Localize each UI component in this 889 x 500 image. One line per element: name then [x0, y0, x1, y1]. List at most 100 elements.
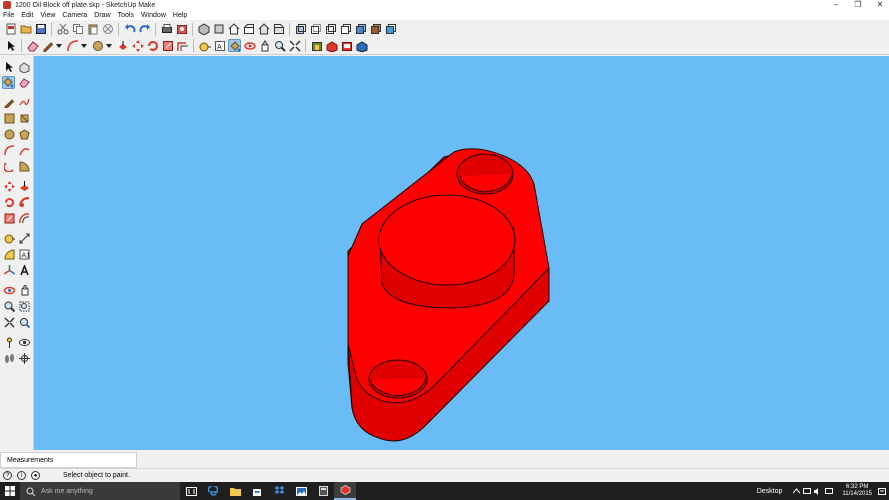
- sign-in-icon[interactable]: ●: [31, 471, 40, 480]
- rotate-icon[interactable]: [146, 39, 159, 52]
- orbit-icon[interactable]: [243, 39, 256, 52]
- zoom-extents-icon[interactable]: [3, 316, 16, 329]
- sketchup-taskbar-icon[interactable]: [334, 482, 356, 500]
- start-button[interactable]: [0, 482, 20, 500]
- arc-icon[interactable]: [3, 144, 16, 157]
- keyboard-icon[interactable]: [825, 487, 834, 495]
- layout-icon[interactable]: [340, 39, 353, 52]
- menu-edit[interactable]: Edit: [21, 12, 33, 19]
- share-component-icon[interactable]: [355, 39, 368, 52]
- pencil-line-icon[interactable]: [3, 96, 16, 109]
- save-icon[interactable]: [34, 23, 47, 36]
- push-pull-icon[interactable]: [116, 39, 129, 52]
- arc-dropdown-chevron-icon[interactable]: [81, 43, 87, 48]
- photos-app-icon[interactable]: [290, 482, 312, 500]
- edge-browser-icon[interactable]: [202, 482, 224, 500]
- xray-icon[interactable]: [294, 23, 307, 36]
- front-view-icon[interactable]: [227, 23, 240, 36]
- offset-icon[interactable]: [176, 39, 189, 52]
- line-dropdown-chevron-icon[interactable]: [56, 43, 62, 48]
- shape-dropdown-chevron-icon[interactable]: [106, 43, 112, 48]
- back-view-icon[interactable]: [257, 23, 270, 36]
- volume-icon[interactable]: [814, 487, 822, 495]
- dimension-icon[interactable]: [18, 232, 31, 245]
- undo-icon[interactable]: [123, 23, 136, 36]
- back-edges-icon[interactable]: [309, 23, 322, 36]
- text-tool-icon[interactable]: A1: [18, 248, 31, 261]
- close-button[interactable]: ✕: [869, 0, 889, 10]
- arc-icon[interactable]: [66, 39, 79, 52]
- tape-measure-icon[interactable]: [3, 232, 16, 245]
- tape-measure-icon[interactable]: [198, 39, 211, 52]
- extension-warehouse-icon[interactable]: [325, 39, 338, 52]
- right-view-icon[interactable]: [242, 23, 255, 36]
- position-camera-icon[interactable]: [3, 336, 16, 349]
- erase-icon[interactable]: [101, 23, 114, 36]
- eraser-icon[interactable]: [18, 76, 31, 89]
- three-point-arc-icon[interactable]: [3, 160, 16, 173]
- hidden-line-icon[interactable]: [339, 23, 352, 36]
- paste-icon[interactable]: [86, 23, 99, 36]
- desktop-toolbar-label[interactable]: Desktop: [757, 488, 783, 495]
- previous-view-icon[interactable]: [18, 316, 31, 329]
- offset-icon[interactable]: [18, 212, 31, 225]
- menu-view[interactable]: View: [40, 12, 55, 19]
- wireframe-icon[interactable]: [324, 23, 337, 36]
- textured-icon[interactable]: [369, 23, 382, 36]
- circle-shape-icon[interactable]: [91, 39, 104, 52]
- protractor-icon[interactable]: [3, 248, 16, 261]
- cut-icon[interactable]: [56, 23, 69, 36]
- measurements-box[interactable]: Measurements: [0, 452, 137, 468]
- calculator-app-icon[interactable]: [312, 482, 334, 500]
- zoom-extents-icon[interactable]: [288, 39, 301, 52]
- menu-help[interactable]: Help: [173, 12, 187, 19]
- make-component-icon[interactable]: [18, 61, 31, 74]
- follow-me-icon[interactable]: [18, 196, 31, 209]
- polygon-icon[interactable]: [18, 128, 31, 141]
- menu-camera[interactable]: Camera: [62, 12, 87, 19]
- print-icon[interactable]: [160, 23, 173, 36]
- zoom-window-icon[interactable]: [18, 300, 31, 313]
- store-icon[interactable]: [246, 482, 268, 500]
- move-icon[interactable]: [131, 39, 144, 52]
- orbit-icon[interactable]: [3, 284, 16, 297]
- menu-window[interactable]: Window: [141, 12, 166, 19]
- top-view-icon[interactable]: [212, 23, 225, 36]
- shaded-icon[interactable]: [354, 23, 367, 36]
- paint-bucket-icon[interactable]: [228, 39, 241, 52]
- tray-overflow-chevron-icon[interactable]: [792, 487, 800, 495]
- select-arrow-icon[interactable]: [4, 39, 17, 52]
- action-center-icon[interactable]: [878, 487, 886, 495]
- 3d-text-icon[interactable]: [18, 264, 31, 277]
- rotate-icon[interactable]: [3, 196, 16, 209]
- axes-icon[interactable]: [3, 264, 16, 277]
- rotated-rectangle-icon[interactable]: [18, 112, 31, 125]
- paint-bucket-icon[interactable]: [2, 76, 15, 89]
- monochrome-icon[interactable]: [384, 23, 397, 36]
- zoom-icon[interactable]: [3, 300, 16, 313]
- menu-tools[interactable]: Tools: [118, 12, 134, 19]
- move-icon[interactable]: [3, 180, 16, 193]
- walk-icon[interactable]: [3, 352, 16, 365]
- left-view-icon[interactable]: [272, 23, 285, 36]
- text-tool-icon[interactable]: A: [213, 39, 226, 52]
- credits-icon[interactable]: i: [17, 471, 26, 480]
- select-arrow-icon[interactable]: [3, 61, 16, 74]
- dropbox-icon[interactable]: [268, 482, 290, 500]
- model-info-icon[interactable]: [175, 23, 188, 36]
- push-pull-icon[interactable]: [18, 180, 31, 193]
- file-explorer-icon[interactable]: [224, 482, 246, 500]
- copy-icon[interactable]: [71, 23, 84, 36]
- geo-location-icon[interactable]: ?: [3, 471, 12, 480]
- cortana-search-box[interactable]: Ask me anything: [20, 482, 180, 500]
- network-icon[interactable]: [803, 487, 812, 495]
- rectangle-icon[interactable]: [3, 112, 16, 125]
- scale-icon[interactable]: [161, 39, 174, 52]
- task-view-icon[interactable]: [180, 482, 202, 500]
- new-model-icon[interactable]: [4, 23, 17, 36]
- pencil-line-icon[interactable]: [41, 39, 54, 52]
- modeling-viewport[interactable]: [34, 56, 889, 450]
- zoom-icon[interactable]: [273, 39, 286, 52]
- system-clock[interactable]: 6:32 PM 11/14/2015: [842, 484, 872, 498]
- open-folder-icon[interactable]: [19, 23, 32, 36]
